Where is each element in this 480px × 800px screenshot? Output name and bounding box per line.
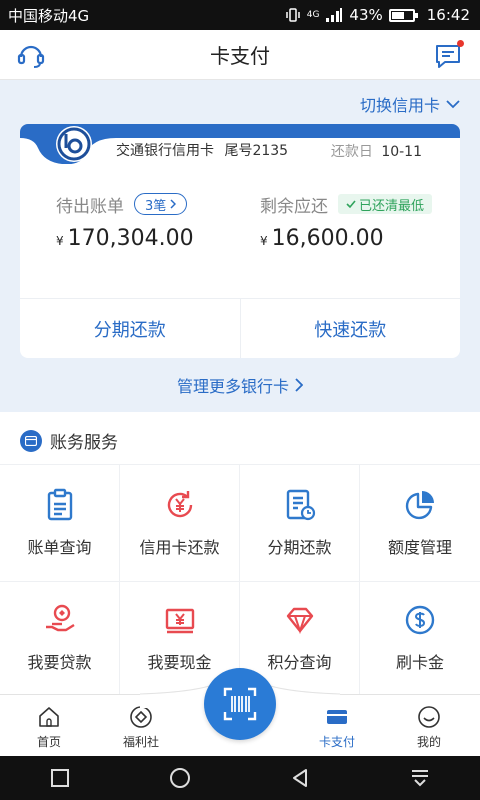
manage-cards-link[interactable]: 管理更多银行卡 bbox=[0, 373, 480, 397]
bank-name: 交通银行信用卡 尾号2135 bbox=[116, 140, 288, 160]
status-bar: 中国移动4G 4G 43% 16:42 bbox=[0, 0, 480, 30]
smile-icon bbox=[418, 706, 440, 728]
service-bill-query[interactable]: 账单查询 bbox=[0, 464, 120, 581]
remaining-currency: ¥ bbox=[260, 234, 268, 248]
yen-refresh-icon bbox=[167, 491, 192, 518]
tab-label: 卡支付 bbox=[318, 735, 355, 749]
tab-label: 我的 bbox=[416, 735, 441, 749]
hand-coin-icon bbox=[45, 604, 75, 632]
due-date-value: 10-11 bbox=[381, 144, 422, 160]
service-label: 积分查询 bbox=[267, 653, 332, 672]
tab-card-pay[interactable]: 卡支付 bbox=[302, 705, 372, 750]
service-label: 分期还款 bbox=[267, 538, 332, 557]
service-label: 账单查询 bbox=[27, 538, 92, 557]
pending-count-button[interactable]: 3笔 bbox=[134, 193, 188, 215]
recent-apps-icon[interactable] bbox=[48, 766, 72, 790]
pending-bill-block: 待出账单 3笔 ¥ 170,304.00 bbox=[56, 192, 194, 251]
tab-welfare[interactable]: 福利社 bbox=[106, 705, 176, 750]
pending-currency: ¥ bbox=[56, 234, 64, 248]
due-date-label: 还款日 bbox=[330, 144, 373, 160]
battery-icon bbox=[388, 8, 418, 22]
check-icon bbox=[346, 200, 356, 209]
home-icon bbox=[39, 707, 59, 727]
tab-home[interactable]: 首页 bbox=[14, 705, 84, 750]
system-nav-bar bbox=[0, 756, 480, 800]
remaining-due-block: 剩余应还 已还清最低 ¥ 16,600.00 bbox=[260, 192, 433, 251]
service-card-repay[interactable]: 信用卡还款 bbox=[120, 464, 240, 581]
service-card-bonus[interactable]: 刷卡金 bbox=[360, 581, 480, 694]
installment-doc-icon bbox=[286, 489, 315, 521]
scan-pay-button[interactable] bbox=[204, 668, 276, 740]
service-installment[interactable]: 分期还款 bbox=[240, 464, 360, 581]
status-badge-text: 已还清最低 bbox=[359, 198, 425, 214]
vibrate-icon bbox=[285, 8, 300, 22]
pending-amount-value: 170,304.00 bbox=[67, 226, 194, 251]
home-circle-icon[interactable] bbox=[168, 766, 192, 790]
service-label: 信用卡还款 bbox=[139, 538, 220, 557]
carrier-text: 中国移动4G bbox=[8, 6, 90, 25]
account-services: 账务服务 账单查询 信用卡还款 分期还款 额度管理 我要贷款 我要现金 积分查询… bbox=[0, 412, 480, 694]
remaining-amount-value: 16,600.00 bbox=[271, 226, 384, 251]
section-header: 账务服务 bbox=[20, 428, 118, 453]
tab-mine[interactable]: 我的 bbox=[394, 705, 464, 750]
quick-repay-button[interactable]: 快速还款 bbox=[239, 299, 461, 358]
bank-logo-icon bbox=[57, 127, 91, 161]
wallet-icon bbox=[20, 429, 42, 452]
diamond-icon bbox=[286, 607, 313, 635]
card-tail: 尾号2135 bbox=[224, 143, 289, 159]
service-label: 我要现金 bbox=[147, 653, 212, 672]
status-badge: 已还清最低 bbox=[338, 194, 433, 214]
network-type: 4G bbox=[306, 10, 320, 20]
switch-card-label: 切换信用卡 bbox=[359, 96, 440, 115]
card-actions: 分期还款 快速还款 bbox=[20, 298, 460, 358]
unread-dot bbox=[457, 40, 464, 47]
clock: 16:42 bbox=[426, 6, 470, 24]
tab-label: 福利社 bbox=[122, 735, 159, 749]
battery-percent: 43% bbox=[349, 6, 383, 24]
messages-button[interactable] bbox=[434, 40, 464, 70]
credit-card-panel: 交通银行信用卡 尾号2135 还款日 10-11 待出账单 3笔 ¥ 170,3… bbox=[20, 124, 460, 358]
headset-icon bbox=[17, 45, 45, 68]
chevron-right-icon bbox=[295, 378, 303, 392]
signal-icon bbox=[326, 8, 343, 22]
installment-repay-button[interactable]: 分期还款 bbox=[20, 299, 240, 358]
customer-service-button[interactable] bbox=[16, 40, 46, 70]
clipboard-icon bbox=[47, 488, 72, 521]
pending-count: 3笔 bbox=[145, 198, 167, 214]
bank-name-text: 交通银行信用卡 bbox=[116, 143, 214, 159]
notification-pull-icon[interactable] bbox=[408, 766, 432, 790]
service-label: 刷卡金 bbox=[395, 653, 444, 672]
service-label: 我要贷款 bbox=[27, 653, 92, 672]
due-date: 还款日 10-11 bbox=[331, 141, 422, 161]
cash-icon bbox=[165, 608, 194, 634]
diamond-circle-icon bbox=[130, 706, 152, 728]
remaining-amount: ¥ 16,600.00 bbox=[260, 226, 432, 251]
remaining-due-label: 剩余应还 bbox=[260, 196, 328, 217]
chevron-right-icon bbox=[170, 199, 177, 209]
switch-card-button[interactable]: 切换信用卡 bbox=[360, 92, 460, 116]
back-triangle-icon[interactable] bbox=[288, 766, 312, 790]
section-title: 账务服务 bbox=[50, 433, 118, 453]
tab-label: 首页 bbox=[36, 735, 61, 749]
card-icon bbox=[327, 710, 347, 724]
service-credit-limit[interactable]: 额度管理 bbox=[360, 464, 480, 581]
service-loan[interactable]: 我要贷款 bbox=[0, 581, 120, 694]
services-grid: 账单查询 信用卡还款 分期还款 额度管理 我要贷款 我要现金 积分查询 刷卡金 bbox=[0, 464, 480, 694]
bank-logo bbox=[56, 126, 92, 162]
top-navbar: 卡支付 bbox=[0, 30, 480, 80]
service-label: 额度管理 bbox=[387, 538, 452, 557]
pending-bill-label: 待出账单 bbox=[56, 196, 124, 217]
manage-cards-label: 管理更多银行卡 bbox=[176, 377, 289, 396]
pending-amount: ¥ 170,304.00 bbox=[56, 226, 194, 251]
barcode-scan-icon bbox=[223, 687, 257, 721]
page-title: 卡支付 bbox=[210, 44, 270, 68]
chevron-down-icon bbox=[446, 100, 460, 109]
pie-chart-icon bbox=[405, 491, 434, 520]
dollar-coin-icon bbox=[405, 605, 435, 635]
